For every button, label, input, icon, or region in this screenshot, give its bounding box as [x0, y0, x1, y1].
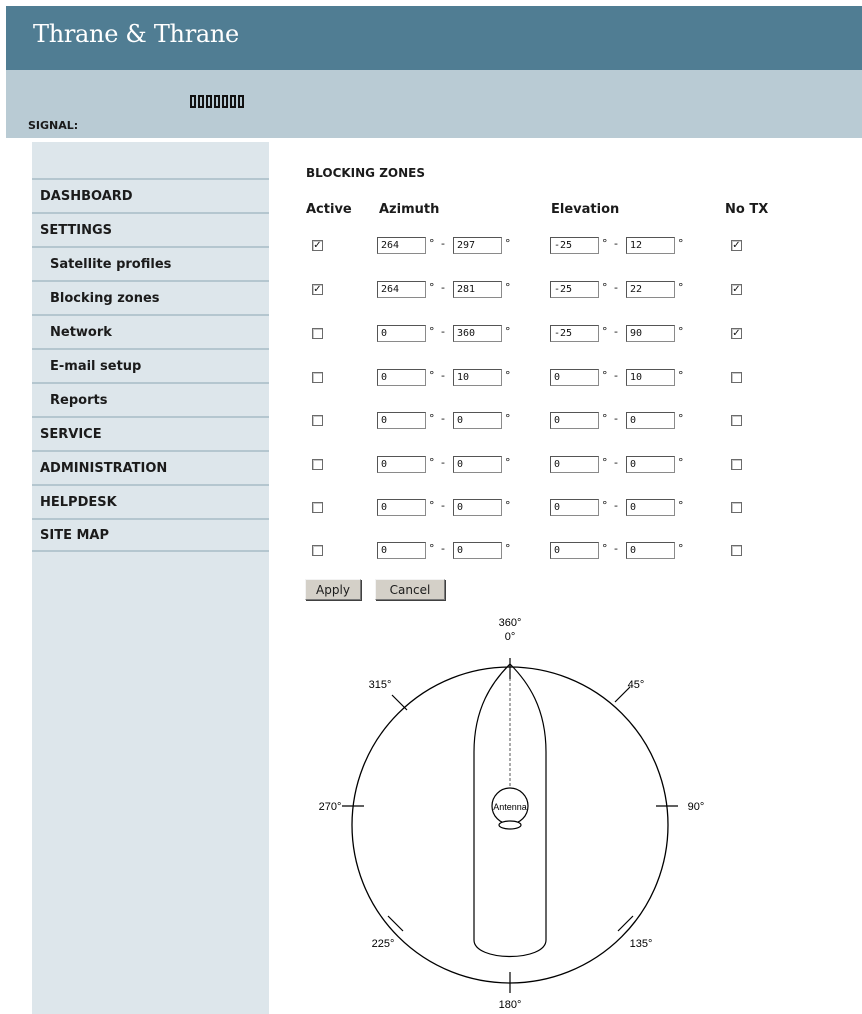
label-315: 315°: [369, 679, 392, 691]
blocking-zone-diagram: Antenna 360° 0° 45° 90° 135° 180° 225° 2…: [319, 617, 705, 1011]
label-180: 180°: [499, 999, 522, 1011]
label-90: 90°: [688, 801, 705, 813]
label-270: 270°: [319, 801, 342, 813]
label-0: 0°: [505, 631, 516, 643]
label-45: 45°: [628, 679, 645, 691]
antenna-base-icon: [498, 820, 522, 830]
tick-135: [617, 915, 634, 932]
label-360: 360°: [499, 617, 522, 629]
label-135: 135°: [630, 938, 653, 950]
antenna-label: Antenna: [493, 802, 527, 812]
label-225: 225°: [372, 938, 395, 950]
tick-315: [391, 694, 408, 711]
